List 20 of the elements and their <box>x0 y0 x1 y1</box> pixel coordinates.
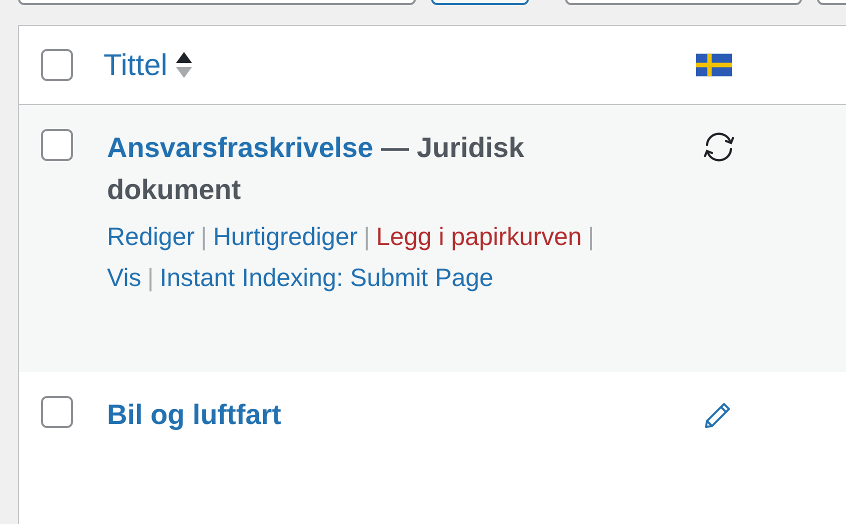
row-action-link[interactable]: Rediger <box>107 217 195 258</box>
column-header-link[interactable]: Tittel <box>104 42 168 88</box>
separator-text: | <box>200 222 208 253</box>
row-checkbox[interactable] <box>41 396 73 428</box>
trash-link[interactable]: Legg i papirkurven <box>376 217 582 258</box>
row-checkbox[interactable] <box>41 129 73 161</box>
row-action-link[interactable]: Instant Indexing: Submit Page <box>160 258 494 299</box>
row-action-link[interactable]: Vis <box>107 258 142 299</box>
separator-text: | <box>588 222 594 253</box>
separator-text: | <box>147 263 154 294</box>
table-row[interactable]: Ansvarsfraskrivelse — Juridisk dokument Rediger | Hurtigrediger | Legg i papirkurven | Vis | Instant Indexing: Submit Page <box>19 105 846 372</box>
sort-icon[interactable] <box>175 50 194 80</box>
row-action-link[interactable]: Hurtigrediger <box>213 217 358 258</box>
separator-text: | <box>364 222 370 253</box>
sweden-flag-icon[interactable] <box>696 53 732 77</box>
select-all-checkbox[interactable] <box>41 49 73 81</box>
post-title-text: Ansvarsfraskrivelse — Juridisk dokument <box>107 131 526 207</box>
post-title-link[interactable]: Ansvarsfraskrivelse <box>107 132 374 163</box>
pencil-icon[interactable] <box>703 400 733 430</box>
post-title-link[interactable]: Bil og luftfart <box>107 399 282 430</box>
